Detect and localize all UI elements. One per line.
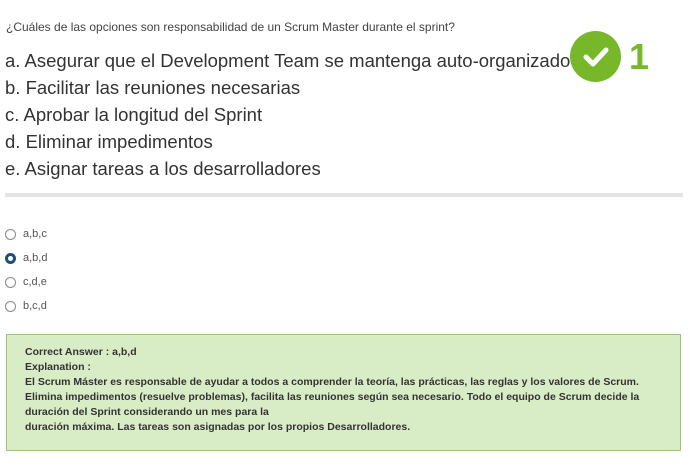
radio-button[interactable] (5, 228, 16, 240)
choice-cde[interactable]: c,d,e (5, 270, 47, 294)
choice-label: b,c,d (23, 300, 47, 312)
choice-label: a,b,c (23, 228, 47, 240)
choice-abc[interactable]: a,b,c (5, 222, 47, 246)
correct-answer: Correct Answer : a,b,d (25, 346, 137, 358)
radio-button-selected[interactable] (5, 252, 16, 264)
statement-a: a. Asegurar que el Development Team se m… (5, 50, 571, 71)
explanation-line: El Scrum Máster es responsable de ayudar… (25, 376, 639, 388)
explanation-line: duración máxima. Las tareas son asignada… (25, 421, 411, 433)
explanation-line: Elimina impedimentos (resuelve problemas… (25, 391, 640, 418)
badge-number: 1 (629, 36, 650, 77)
radio-button[interactable] (5, 276, 16, 288)
statement-c: c. Aprobar la longitud del Sprint (5, 104, 263, 125)
choice-abd[interactable]: a,b,d (5, 246, 47, 270)
radio-button[interactable] (5, 300, 16, 312)
explanation-box: Correct Answer : a,b,d Explanation : El … (6, 334, 681, 451)
statement-list: a. Asegurar que el Development Team se m… (5, 47, 595, 182)
answer-choices: a,b,c a,b,d c,d,e b,c,d (5, 222, 47, 318)
question-text: ¿Cuáles de las opciones son responsabili… (6, 20, 455, 34)
explanation-label: Explanation : (25, 361, 91, 373)
divider (5, 193, 683, 197)
statement-e: e. Asignar tareas a los desarrolladores (5, 158, 321, 179)
choice-label: c,d,e (23, 276, 47, 288)
choice-bcd[interactable]: b,c,d (5, 294, 47, 318)
choice-label: a,b,d (23, 252, 48, 264)
statement-d: d. Eliminar impedimentos (5, 131, 213, 152)
statement-b: b. Facilitar las reuniones necesarias (5, 77, 301, 98)
correct-badge: 1 (570, 31, 649, 82)
check-icon (570, 31, 621, 82)
